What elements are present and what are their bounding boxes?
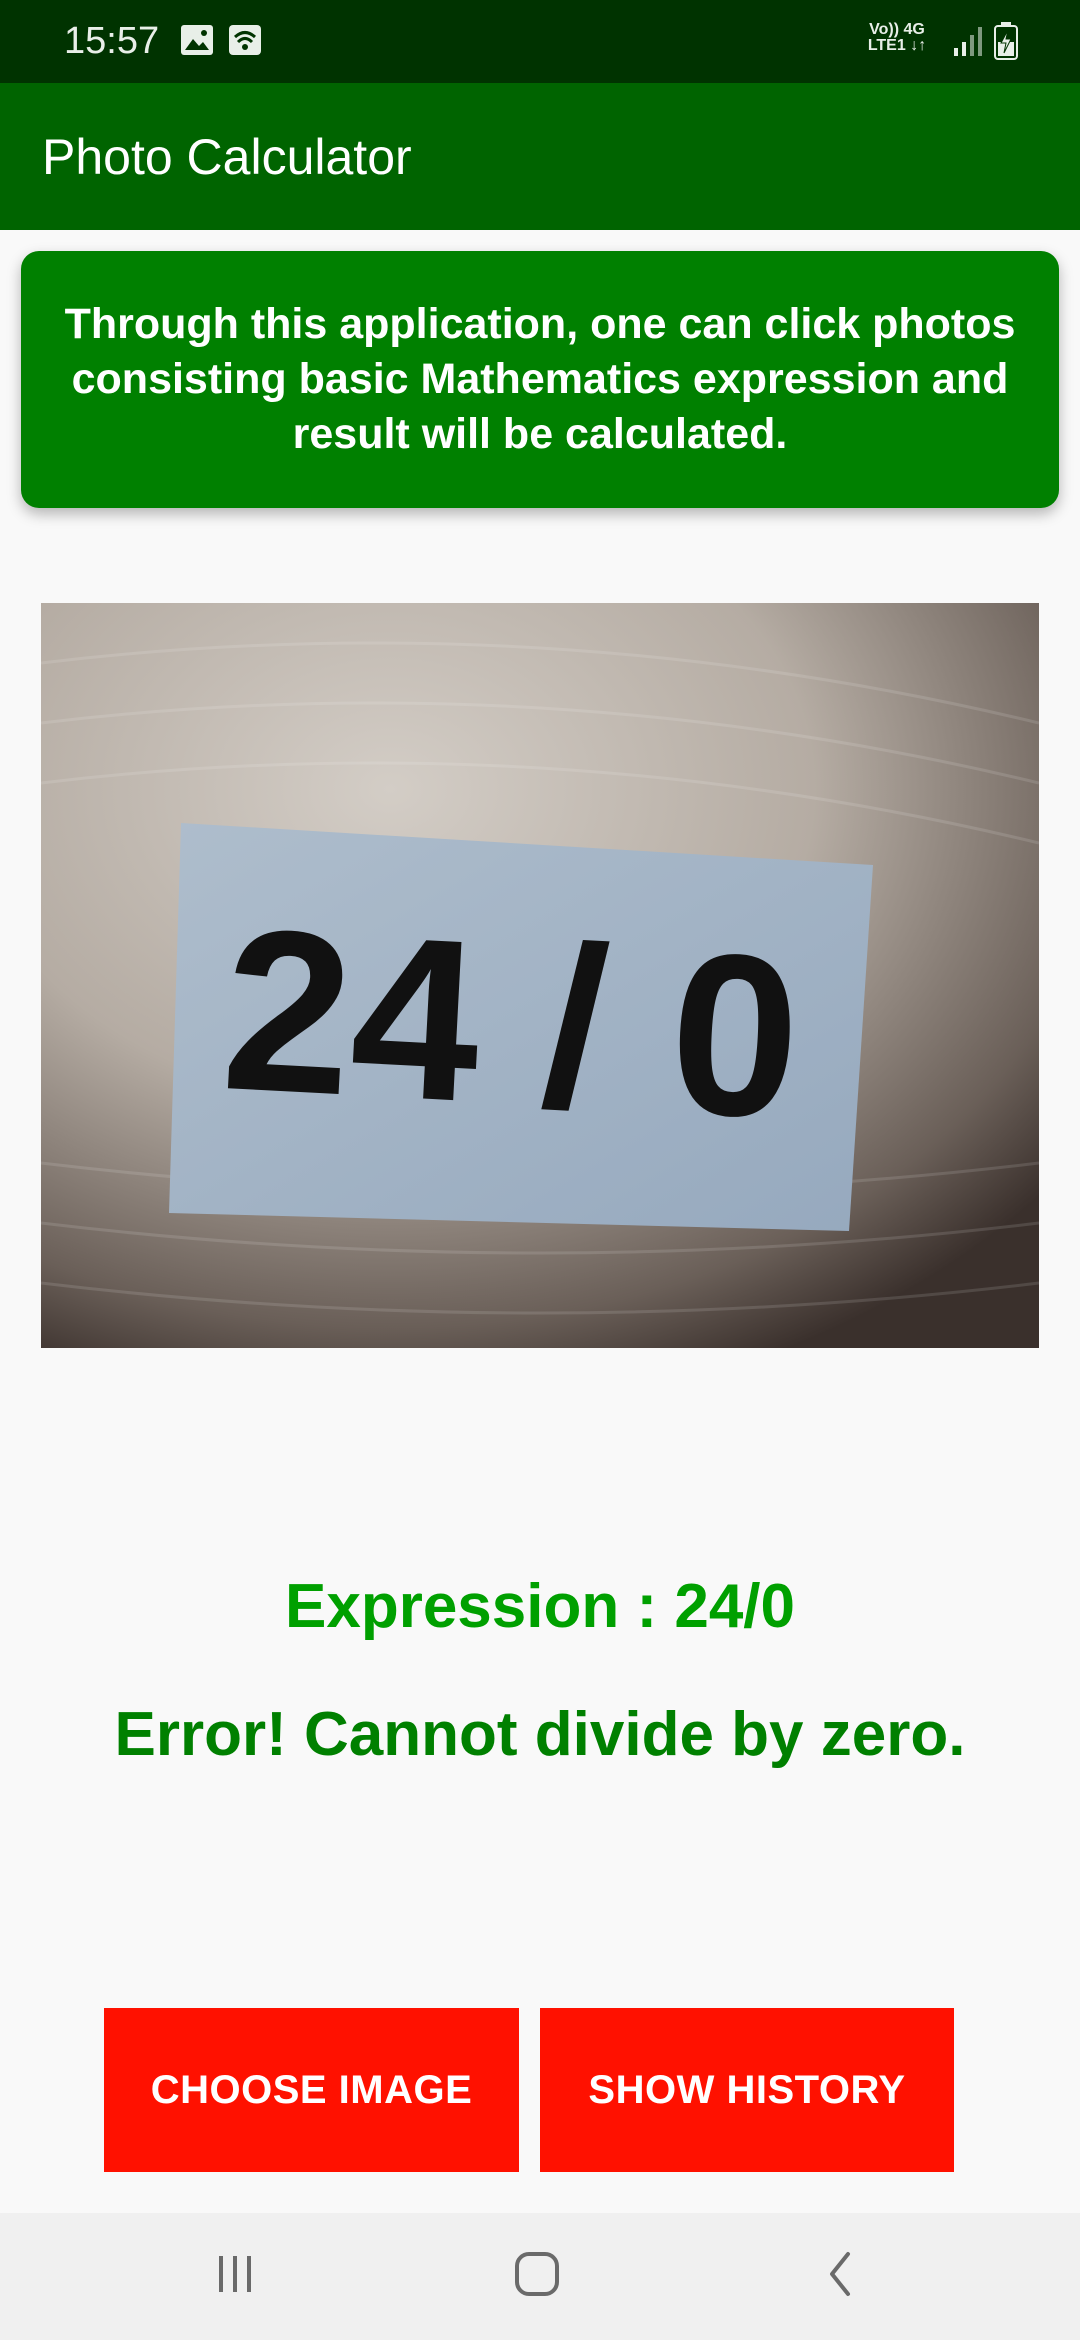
home-button[interactable]	[457, 2213, 617, 2340]
status-bar: 15:57 Vo)) 4G LTE1 ↓↑	[0, 0, 1080, 83]
network-type-bottom: LTE1 ↓↑	[867, 37, 927, 54]
gallery-icon	[180, 24, 214, 61]
signal-icon	[953, 24, 983, 63]
expression-photo: 24 / 0	[41, 603, 1039, 1348]
status-time: 15:57	[64, 20, 160, 62]
app-title: Photo Calculator	[42, 129, 412, 185]
network-indicator: Vo)) 4G LTE1 ↓↑	[862, 22, 932, 54]
back-icon	[824, 2250, 856, 2303]
info-card: Through this application, one can click …	[21, 251, 1059, 508]
home-icon	[513, 2250, 561, 2303]
result-message: Error! Cannot divide by zero.	[114, 1700, 966, 1769]
show-history-button[interactable]: SHOW HISTORY	[540, 2008, 954, 2172]
photo-expression-text: 24 / 0	[217, 880, 805, 1167]
wifi-calling-icon	[228, 24, 262, 61]
expression-label: Expression : 24/0	[284, 1572, 796, 1641]
network-type-top: Vo)) 4G	[869, 21, 925, 38]
choose-image-button[interactable]: CHOOSE IMAGE	[104, 2008, 519, 2172]
nav-bar	[0, 2213, 1080, 2340]
recent-apps-icon	[213, 2254, 257, 2299]
info-text: Through this application, one can click …	[64, 300, 1016, 458]
back-button[interactable]	[760, 2213, 920, 2340]
app-bar: Photo Calculator	[0, 83, 1080, 230]
battery-charging-icon	[994, 22, 1018, 65]
recent-apps-button[interactable]	[155, 2213, 315, 2340]
